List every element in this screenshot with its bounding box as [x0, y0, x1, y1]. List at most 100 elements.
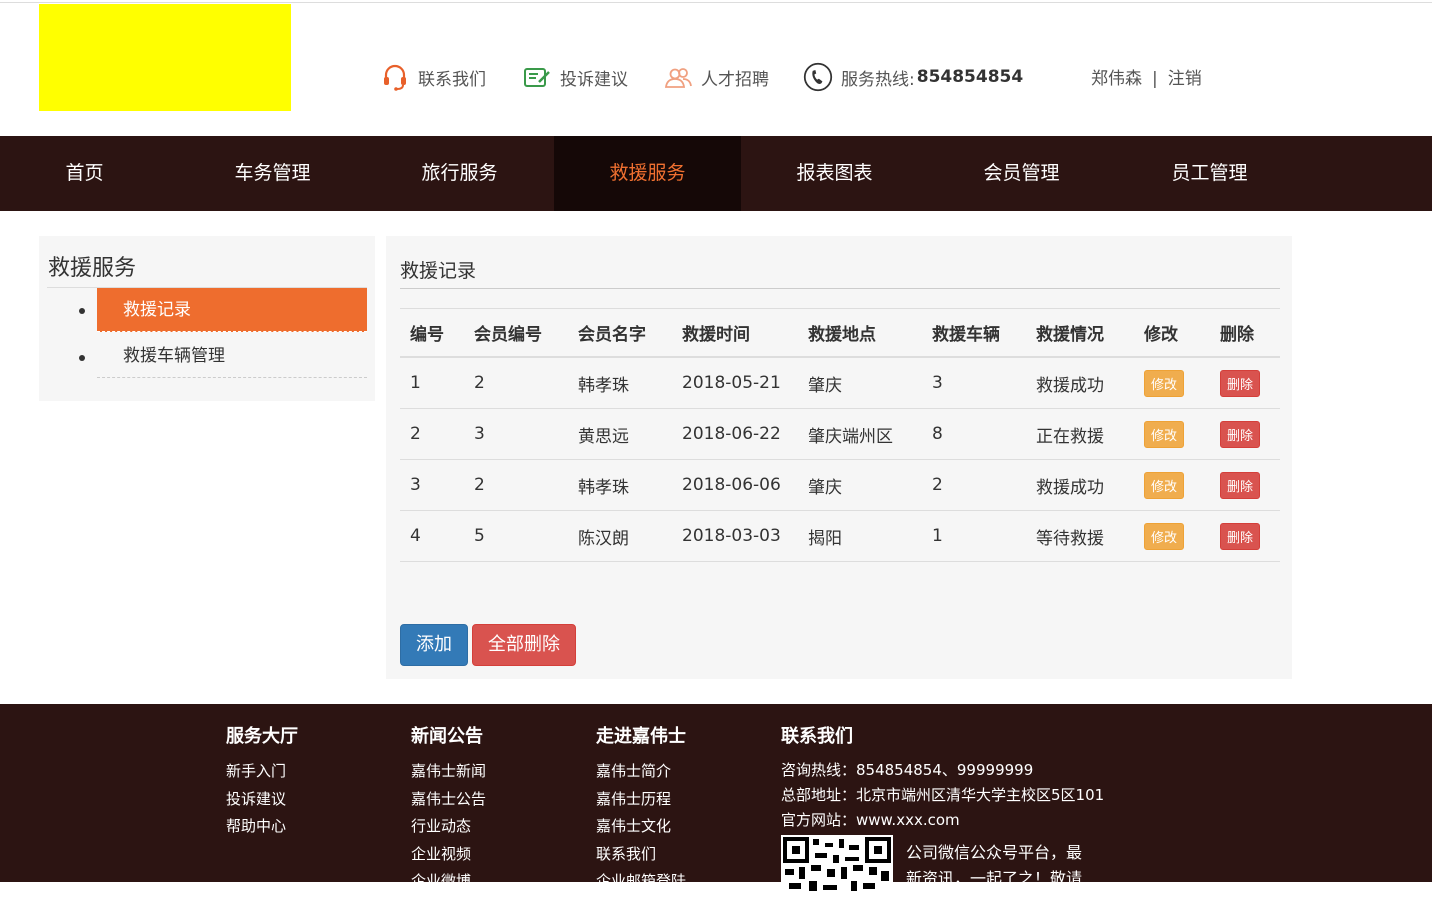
footer-link[interactable]: 嘉伟士文化: [596, 813, 686, 841]
bullet: [79, 355, 85, 361]
bullet: [79, 308, 85, 314]
nav-members[interactable]: 会员管理: [928, 136, 1115, 211]
cell-id: 2: [400, 408, 464, 460]
hotline-label: 服务热线:: [841, 69, 915, 90]
nav-reports[interactable]: 报表图表: [741, 136, 928, 211]
cell-location: 肇庆端州区: [798, 408, 922, 460]
nav-vehicle[interactable]: 车务管理: [179, 136, 366, 211]
column-header: 救援情况: [1026, 308, 1134, 358]
cell-member-id: 3: [464, 408, 568, 460]
footer-col-about: 走进嘉伟士 嘉伟士简介 嘉伟士历程 嘉伟士文化 联系我们 企业邮箱登陆: [596, 722, 686, 896]
people-icon: [663, 62, 693, 92]
edit-button[interactable]: 修改: [1144, 471, 1185, 499]
delete-button[interactable]: 删除: [1220, 369, 1261, 397]
cell-member-name: 韩孝珠: [568, 357, 672, 409]
table-row: 1 2 韩孝珠 2018-05-21 肇庆 3 救援成功 修改 删除: [400, 357, 1280, 409]
footer-heading: 服务大厅: [226, 726, 298, 747]
nav-staff[interactable]: 员工管理: [1116, 136, 1303, 211]
table-row: 4 5 陈汉朗 2018-03-03 揭阳 1 等待救援 修改 删除: [400, 510, 1280, 562]
user-name[interactable]: 郑伟森: [1091, 69, 1142, 89]
page-title: 救援记录: [400, 260, 477, 282]
footer-link[interactable]: 嘉伟士历程: [596, 786, 686, 814]
cell-time: 2018-06-06: [672, 459, 798, 511]
footer-heading: 走进嘉伟士: [596, 726, 686, 747]
recruit-link[interactable]: 人才招聘: [663, 62, 769, 92]
phone-icon: [803, 62, 833, 92]
footer-link[interactable]: 行业动态: [411, 813, 486, 841]
recruit-label: 人才招聘: [701, 69, 769, 90]
cell-status: 救援成功: [1026, 459, 1134, 511]
hotline-number: 854854854: [916, 67, 1024, 87]
column-header: 会员编号: [464, 308, 568, 358]
cell-id: 1: [400, 357, 464, 409]
title-divider: [400, 288, 1280, 289]
main-nav: 首页 车务管理 旅行服务 救援服务 报表图表 会员管理 员工管理: [0, 136, 1432, 211]
cell-delete: 删除: [1210, 510, 1280, 562]
footer-link[interactable]: 嘉伟士简介: [596, 758, 686, 786]
footer-link[interactable]: 帮助中心: [226, 813, 298, 841]
cell-status: 救援成功: [1026, 357, 1134, 409]
logout-link[interactable]: 注销: [1168, 69, 1202, 89]
logo[interactable]: [39, 4, 291, 111]
nav-rescue[interactable]: 救援服务: [554, 136, 741, 211]
footer-link[interactable]: 嘉伟士新闻: [411, 758, 486, 786]
footer-address: 总部地址：北京市端州区清华大学主校区5区101: [781, 786, 1105, 804]
footer-link[interactable]: 投诉建议: [226, 786, 298, 814]
delete-button[interactable]: 删除: [1220, 471, 1261, 499]
rescue-table: 编号 会员编号 会员名字 救援时间 救援地点 救援车辆 救援情况 修改 删除 1…: [400, 308, 1280, 562]
cell-delete: 删除: [1210, 459, 1280, 511]
cell-delete: 删除: [1210, 357, 1280, 409]
table-header-row: 编号 会员编号 会员名字 救援时间 救援地点 救援车辆 救援情况 修改 删除: [400, 308, 1280, 358]
cell-member-name: 陈汉朗: [568, 510, 672, 562]
column-header: 修改: [1134, 308, 1210, 358]
delete-button[interactable]: 删除: [1220, 522, 1261, 550]
footer-link[interactable]: 新手入门: [226, 758, 298, 786]
nav-home[interactable]: 首页: [0, 136, 169, 211]
column-header: 救援时间: [672, 308, 798, 358]
cell-status: 等待救援: [1026, 510, 1134, 562]
complaint-link[interactable]: 投诉建议: [522, 62, 628, 92]
cell-vehicle: 2: [922, 459, 1026, 511]
table-row: 3 2 韩孝珠 2018-06-06 肇庆 2 救援成功 修改 删除: [400, 459, 1280, 511]
footer-col-contact: 联系我们 咨询热线：854854854、99999999 总部地址：北京市端州区…: [781, 722, 1104, 833]
cell-member-id: 2: [464, 357, 568, 409]
user-separator: |: [1152, 69, 1158, 89]
cell-edit: 修改: [1134, 459, 1210, 511]
footer-hotline: 咨询热线：854854854、99999999: [781, 761, 1034, 779]
edit-button[interactable]: 修改: [1144, 420, 1185, 448]
sidebar-title: 救援服务: [48, 256, 137, 281]
hotline: 服务热线: 854854854: [803, 62, 1023, 92]
cell-location: 肇庆: [798, 459, 922, 511]
footer: 服务大厅 新手入门 投诉建议 帮助中心 新闻公告 嘉伟士新闻 嘉伟士公告 行业动…: [0, 704, 1432, 895]
cell-id: 4: [400, 510, 464, 562]
cell-time: 2018-03-03: [672, 510, 798, 562]
cell-vehicle: 3: [922, 357, 1026, 409]
cell-time: 2018-05-21: [672, 357, 798, 409]
edit-button[interactable]: 修改: [1144, 522, 1185, 550]
top-border: [0, 2, 1432, 3]
cell-id: 3: [400, 459, 464, 511]
table-row: 2 3 黄思远 2018-06-22 肇庆端州区 8 正在救援 修改 删除: [400, 408, 1280, 460]
cell-edit: 修改: [1134, 408, 1210, 460]
cell-edit: 修改: [1134, 357, 1210, 409]
contact-link[interactable]: 联系我们: [380, 62, 486, 92]
qr-code: [781, 835, 893, 895]
footer-heading: 联系我们: [781, 726, 853, 747]
footer-col-news: 新闻公告 嘉伟士新闻 嘉伟士公告 行业动态 企业视频 企业微博: [411, 722, 486, 896]
footer-link[interactable]: 企业视频: [411, 841, 486, 869]
headset-icon: [380, 62, 410, 92]
cell-edit: 修改: [1134, 510, 1210, 562]
edit-button[interactable]: 修改: [1144, 369, 1185, 397]
column-header: 救援车辆: [922, 308, 1026, 358]
footer-link[interactable]: 联系我们: [596, 841, 686, 869]
footer-link[interactable]: 嘉伟士公告: [411, 786, 486, 814]
delete-button[interactable]: 删除: [1220, 420, 1261, 448]
sidebar-item-rescue-vehicles[interactable]: 救援车辆管理: [97, 334, 367, 378]
nav-travel[interactable]: 旅行服务: [366, 136, 553, 211]
add-button[interactable]: 添加: [400, 624, 468, 666]
column-header: 删除: [1210, 308, 1280, 358]
contact-label: 联系我们: [418, 69, 486, 90]
delete-all-button[interactable]: 全部删除: [472, 624, 576, 666]
cell-member-id: 5: [464, 510, 568, 562]
sidebar-item-rescue-records[interactable]: 救援记录: [97, 288, 367, 332]
